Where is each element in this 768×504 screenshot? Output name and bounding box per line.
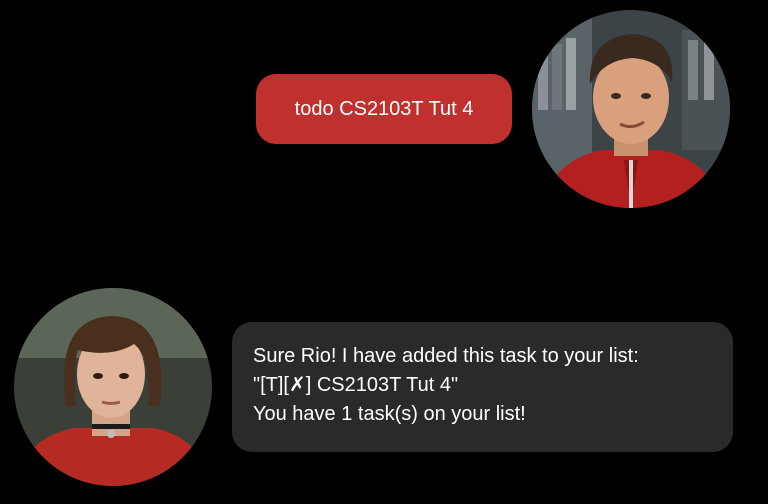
chat-window: todo CS2103T Tut 4 Sure Rio! I have adde…	[0, 0, 768, 504]
bot-message-bubble: Sure Rio! I have added this task to your…	[232, 322, 733, 452]
bot-message-line: "[T][✗] CS2103T Tut 4"	[253, 374, 459, 396]
bot-message-line: You have 1 task(s) on your list!	[253, 403, 526, 425]
user-avatar	[532, 10, 730, 208]
user-message-text: todo CS2103T Tut 4	[294, 97, 474, 120]
bot-avatar-image	[14, 288, 212, 486]
user-message-bubble: todo CS2103T Tut 4	[256, 74, 512, 144]
bot-avatar	[14, 288, 212, 486]
user-avatar-image	[532, 10, 730, 208]
bot-message-line: Sure Rio! I have added this task to your…	[253, 345, 639, 367]
